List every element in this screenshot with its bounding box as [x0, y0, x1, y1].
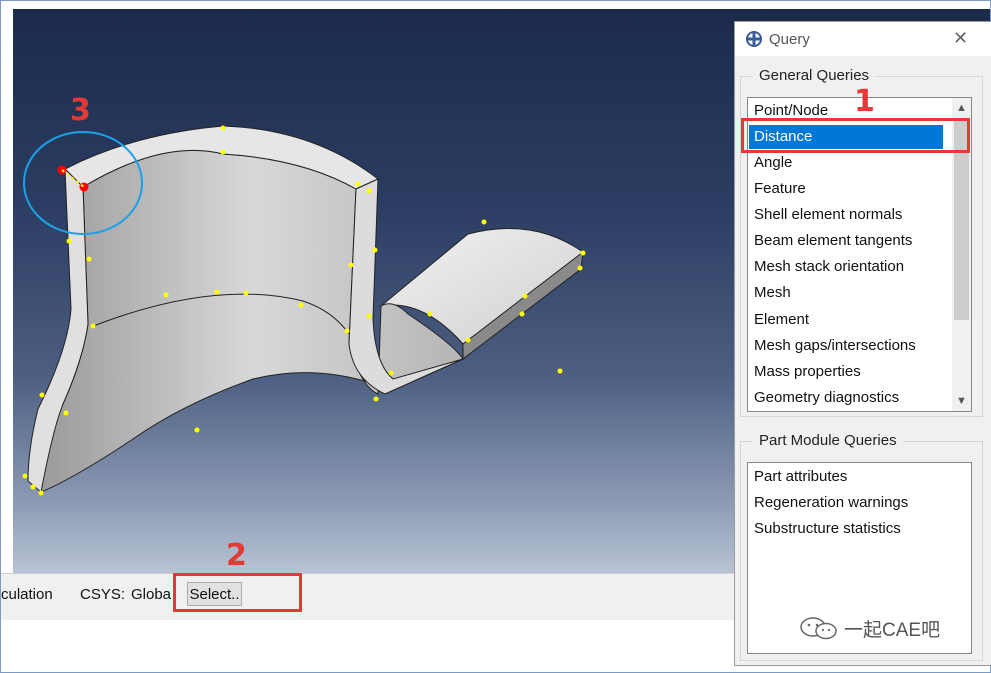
- part-module-queries-title: Part Module Queries: [753, 432, 903, 449]
- list-item-mesh-gaps[interactable]: Mesh gaps/intersections: [749, 334, 916, 358]
- annotation-label-3: 3: [70, 93, 91, 128]
- list-item-mass-properties[interactable]: Mass properties: [749, 360, 861, 384]
- watermark: 一起CAE吧: [798, 615, 940, 646]
- dialog-title: Query: [769, 31, 810, 48]
- list-item-regeneration-warnings[interactable]: Regeneration warnings: [749, 491, 908, 515]
- general-queries-title: General Queries: [753, 67, 876, 84]
- list-item-substructure-statistics[interactable]: Substructure statistics: [749, 517, 901, 541]
- wechat-icon: [798, 616, 840, 646]
- list-item-mesh-stack-orientation[interactable]: Mesh stack orientation: [749, 255, 904, 279]
- list-item-feature[interactable]: Feature: [749, 177, 806, 201]
- watermark-text: 一起CAE吧: [844, 620, 941, 641]
- application-window: 3 culation CSYS: Globa Select.. 2 Query …: [0, 0, 991, 673]
- list-item-beam-element-tangents[interactable]: Beam element tangents: [749, 229, 912, 253]
- scroll-up-icon[interactable]: ▲: [952, 98, 971, 118]
- csys-label: CSYS:: [80, 586, 126, 603]
- list-item-mesh[interactable]: Mesh: [749, 281, 791, 305]
- close-icon[interactable]: ✕: [953, 28, 968, 49]
- scroll-down-icon[interactable]: ▼: [952, 391, 971, 411]
- annotation-box-1: [741, 118, 970, 153]
- annotation-box-2: [173, 573, 302, 612]
- prompt-area: culation CSYS: Globa Select..: [1, 573, 735, 621]
- list-item-shell-element-normals[interactable]: Shell element normals: [749, 203, 902, 227]
- csys-value: Globa: [131, 586, 172, 603]
- annotation-label-2: 2: [226, 538, 247, 573]
- dialog-title-bar[interactable]: Query ✕: [735, 22, 991, 56]
- annotation-label-1: 1: [854, 84, 875, 119]
- calculation-label: culation: [1, 586, 53, 603]
- list-item-part-attributes[interactable]: Part attributes: [749, 465, 847, 489]
- query-icon: [745, 30, 763, 53]
- list-item-geometry-diagnostics[interactable]: Geometry diagnostics: [749, 386, 899, 410]
- list-item-angle[interactable]: Angle: [749, 151, 792, 175]
- list-item-element[interactable]: Element: [749, 308, 809, 332]
- message-area: [1, 620, 735, 670]
- wall-inner-face: [40, 149, 464, 493]
